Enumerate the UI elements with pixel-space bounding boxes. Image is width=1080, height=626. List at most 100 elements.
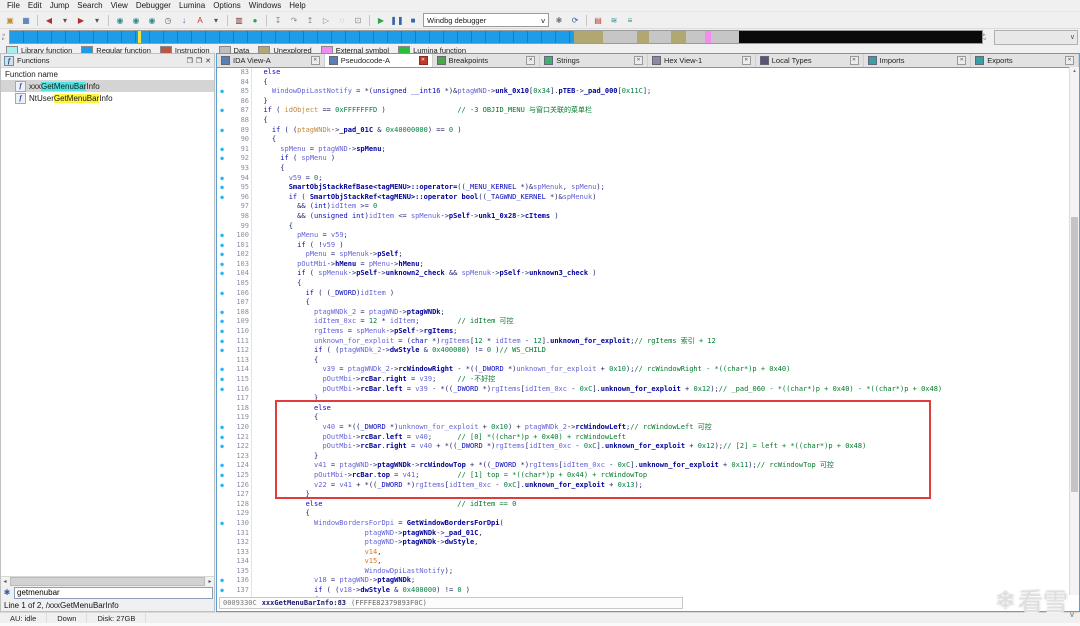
tab-local-types[interactable]: Local Types✕ (756, 54, 864, 67)
breakpoint-dot[interactable]: ● (217, 250, 227, 260)
scroll-left-icon[interactable]: ◂ (1, 578, 9, 585)
breakpoint-dot[interactable]: ● (217, 269, 227, 279)
code-line[interactable]: 135 WindowDpiLastNotify); (217, 567, 1079, 577)
code-line[interactable]: ●95 SmartObjStackRefBase<tagMENU>::opera… (217, 183, 1079, 193)
tab-close-icon[interactable]: ✕ (850, 56, 859, 65)
save-file-icon[interactable]: ▦ (18, 13, 34, 28)
code-line[interactable]: ●112 if ( (ptagWNDk_2->dwStyle & 0x40000… (217, 346, 1079, 356)
breakpoint-dot[interactable] (217, 509, 227, 519)
code-line[interactable]: 97 && (int)idItem >= 0 (217, 202, 1079, 212)
menu-item-jump[interactable]: Jump (46, 1, 74, 10)
code-line[interactable]: ●104 if ( spMenuk->pSelf->unknown2_check… (217, 269, 1079, 279)
breakpoint-dot[interactable] (217, 78, 227, 88)
breakpoint-dot[interactable]: ● (217, 289, 227, 299)
code-line[interactable]: 90 { (217, 135, 1079, 145)
breakpoint-dot[interactable] (217, 222, 227, 232)
jump-name-icon[interactable]: ◉ (128, 13, 144, 28)
history-icon[interactable]: ◷ (160, 13, 176, 28)
nav-forward-menu-icon[interactable]: ▾ (89, 13, 105, 28)
breakpoint-dot[interactable] (217, 529, 227, 539)
breakpoint-dot[interactable]: ● (217, 183, 227, 193)
tab-pseudocode-a[interactable]: Pseudocode-A✕ (325, 54, 433, 67)
breakpoint-dot[interactable] (217, 500, 227, 510)
navband-zoom-combo[interactable]: ∨ (994, 30, 1078, 45)
tab-hex-view-1[interactable]: Hex View-1✕ (648, 54, 756, 67)
code-line[interactable]: ●136 v18 = ptagWND->ptagWNDk; (217, 576, 1079, 586)
breakpoint-dot[interactable]: ● (217, 87, 227, 97)
breakpoint-dot[interactable]: ● (217, 317, 227, 327)
breakpoint-dot[interactable]: ● (217, 481, 227, 491)
menu-item-view[interactable]: View (107, 1, 132, 10)
breakpoint-dot[interactable] (217, 538, 227, 548)
maximize-icon[interactable]: ❒ (187, 57, 193, 65)
code-line[interactable]: 105 { (217, 279, 1079, 289)
code-line[interactable]: 86 } (217, 97, 1079, 107)
breakpoint-dot[interactable]: ● (217, 423, 227, 433)
nav-back-menu-icon[interactable]: ▾ (57, 13, 73, 28)
breakpoint-dot[interactable]: ● (217, 126, 227, 136)
tab-close-icon[interactable]: ✕ (311, 56, 320, 65)
navband-right-arrows[interactable]: ▹◃ (983, 33, 990, 41)
tab-close-icon[interactable]: ✕ (419, 56, 428, 65)
tab-exports[interactable]: Exports✕ (971, 54, 1079, 67)
breakpoint-dot[interactable] (217, 202, 227, 212)
code-line[interactable]: 99 { (217, 222, 1079, 232)
code-line[interactable]: ●102 pMenu = spMenuk->pSelf; (217, 250, 1079, 260)
code-line[interactable]: ●108 ptagWNDk_2 = ptagWND->ptagWNDk; (217, 308, 1079, 318)
pseudocode-view[interactable]: 83 else84 {●85 WindowDpiLastNotify = *(u… (217, 68, 1079, 601)
breakpoint-dot[interactable]: ● (217, 576, 227, 586)
menu-item-options[interactable]: Options (209, 1, 245, 10)
code-vertical-scrollbar[interactable]: ▴ (1069, 67, 1079, 595)
breakpoint-dot[interactable]: ● (217, 174, 227, 184)
breakpoint-dot[interactable]: ● (217, 385, 227, 395)
breakpoint-dot[interactable] (217, 567, 227, 577)
breakpoint-dot[interactable] (217, 557, 227, 567)
breakpoint-dot[interactable]: ● (217, 433, 227, 443)
code-line[interactable]: ●110 rgItems = spMenuk->pSelf->rgItems; (217, 327, 1079, 337)
tab-close-icon[interactable]: ✕ (1065, 56, 1074, 65)
breakpoint-dot[interactable] (217, 356, 227, 366)
thread-list-icon[interactable]: ≋ (606, 13, 622, 28)
breakpoint-dot[interactable] (217, 404, 227, 414)
breakpoint-dot[interactable]: ● (217, 193, 227, 203)
jump-address-icon[interactable]: ◉ (112, 13, 128, 28)
breakpoint-dot[interactable] (217, 548, 227, 558)
code-line[interactable]: 132 ptagWND->ptagWNDk->dwStyle, (217, 538, 1079, 548)
breakpoint-dot[interactable]: ● (217, 586, 227, 596)
close-icon[interactable]: ✕ (205, 57, 211, 65)
function-list-item[interactable]: fxxxGetMenuBarInfo (1, 80, 214, 92)
nav-back-icon[interactable]: ◀ (41, 13, 57, 28)
menu-item-file[interactable]: File (3, 1, 24, 10)
breakpoint-dot[interactable]: ● (217, 308, 227, 318)
menu-item-help[interactable]: Help (285, 1, 309, 10)
navband-left-arrows[interactable]: ◃▹ (2, 33, 9, 41)
refresh-memory-icon[interactable]: ⟳ (567, 13, 583, 28)
functions-horizontal-scrollbar[interactable]: ◂ ▸ (1, 576, 214, 586)
run-until-return-icon[interactable]: ↥ (302, 13, 318, 28)
tab-breakpoints[interactable]: Breakpoints✕ (433, 54, 541, 67)
menu-item-windows[interactable]: Windows (245, 1, 285, 10)
tab-close-icon[interactable]: ✕ (742, 56, 751, 65)
code-line[interactable]: ●100 pMenu = v59; (217, 231, 1079, 241)
code-line[interactable]: 128 else // idItem == 0 (217, 500, 1079, 510)
code-line[interactable]: ●109 idItem_0xc = 12 * idItem; // idItem… (217, 317, 1079, 327)
breakpoint-dot[interactable]: ● (217, 106, 227, 116)
code-line[interactable]: ●114 v39 = ptagWNDk_2->rcWindowRight - *… (217, 365, 1079, 375)
breakpoint-dot[interactable]: ● (217, 337, 227, 347)
functions-filter-input[interactable] (14, 587, 213, 599)
breakpoint-dot[interactable]: ● (217, 145, 227, 155)
breakpoint-dot[interactable]: ● (217, 375, 227, 385)
tab-close-icon[interactable]: ✕ (634, 56, 643, 65)
scrollbar-thumb[interactable] (10, 577, 205, 586)
breakpoint-dot[interactable] (217, 212, 227, 222)
tab-ida-view-a[interactable]: IDA View-A✕ (217, 54, 325, 67)
breakpoint-dot[interactable] (217, 490, 227, 500)
code-line[interactable]: ●94 v59 = 0; (217, 174, 1079, 184)
breakpoint-dot[interactable]: ● (217, 365, 227, 375)
module-list-icon[interactable]: ▤ (590, 13, 606, 28)
code-line[interactable]: 88 { (217, 116, 1079, 126)
breakpoint-dot[interactable]: ● (217, 154, 227, 164)
code-line[interactable]: ●137 if ( (v18->dwStyle & 0x400000) != 0… (217, 586, 1079, 596)
breakpoint-dot[interactable]: ● (217, 260, 227, 270)
function-list-item[interactable]: fNtUserGetMenuBarInfo (1, 92, 214, 104)
